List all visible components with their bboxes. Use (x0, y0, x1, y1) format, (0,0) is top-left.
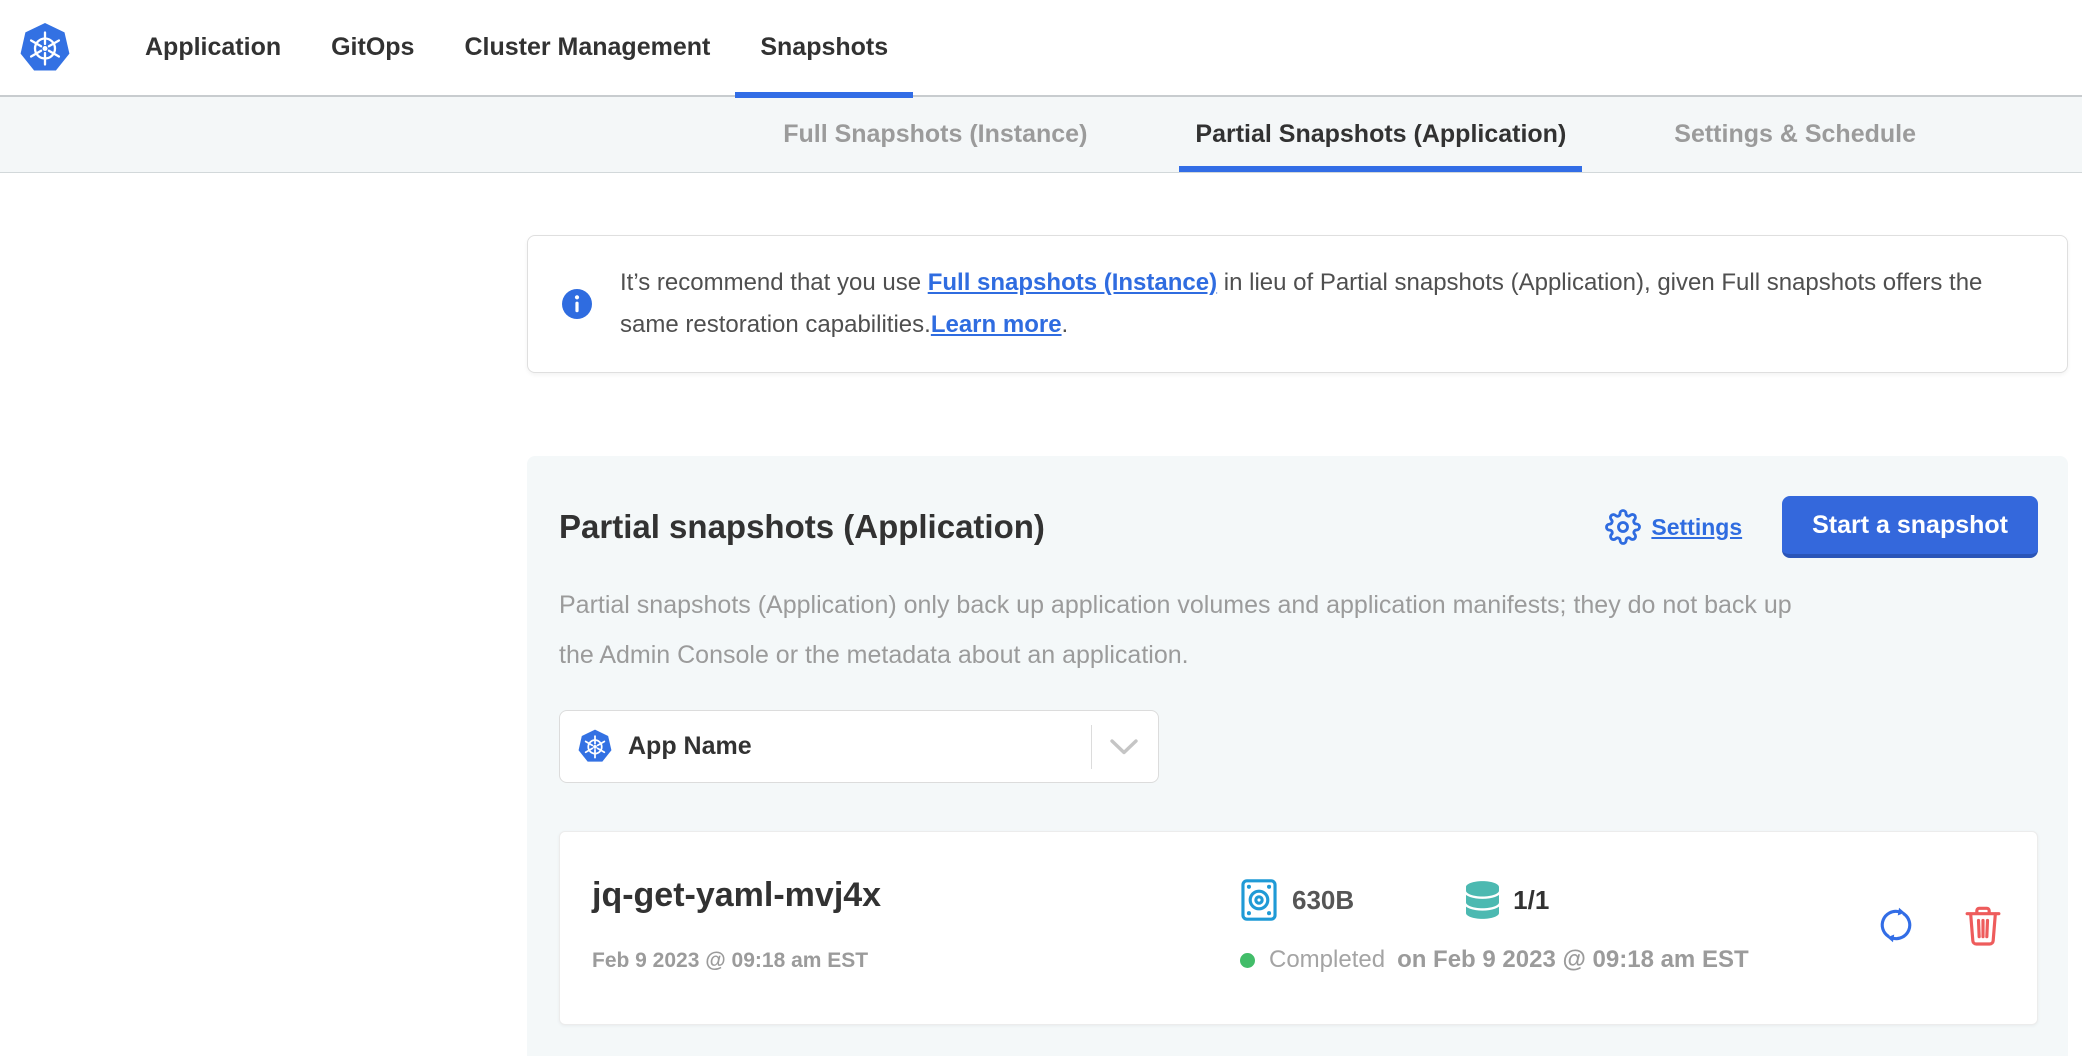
learn-more-link[interactable]: Learn more (931, 311, 1062, 338)
snapshot-row: jq-get-yaml-mvj4x Feb 9 2023 @ 09:18 am … (559, 831, 2038, 1025)
snapshot-size: 630B (1292, 885, 1354, 916)
panel-header: Partial snapshots (Application) Settings… (559, 496, 2038, 558)
snapshot-details: 630B 1/1 Completed on Feb 9 2023 @ 09:18… (1240, 876, 1749, 974)
snapshot-identity: jq-get-yaml-mvj4x Feb 9 2023 @ 09:18 am … (592, 876, 1240, 974)
snapshot-status-line: Completed on Feb 9 2023 @ 09:18 am EST (1240, 946, 1749, 974)
start-snapshot-button[interactable]: Start a snapshot (1782, 496, 2038, 558)
snapshots-page: Application GitOps Cluster Management Sn… (0, 0, 2082, 1056)
snapshot-actions (1873, 876, 2007, 974)
tab-full-snapshots[interactable]: Full Snapshots (Instance) (773, 97, 1097, 172)
snapshot-settings-link[interactable]: Settings (1605, 509, 1742, 545)
recommendation-banner: It’s recommend that you use Full snapsho… (527, 235, 2068, 373)
snapshot-size-metric: 630B (1240, 878, 1354, 922)
banner-text-segment: same restoration capabilities. (620, 311, 931, 338)
top-nav-items: Application GitOps Cluster Management Sn… (120, 0, 913, 96)
snapshot-metrics: 630B 1/1 (1240, 878, 1749, 922)
banner-text: It’s recommend that you use Full snapsho… (620, 262, 1982, 346)
panel-header-actions: Settings Start a snapshot (1605, 496, 2038, 558)
banner-line-2: same restoration capabilities.Learn more… (620, 304, 1982, 346)
snapshot-volumes-metric: 1/1 (1466, 881, 1549, 919)
info-icon (562, 289, 592, 319)
tab-settings-schedule[interactable]: Settings & Schedule (1664, 97, 1926, 172)
gear-icon (1605, 509, 1641, 545)
app-kubernetes-icon (578, 729, 612, 764)
full-snapshots-link[interactable]: Full snapshots (Instance) (928, 269, 1217, 296)
snapshot-volume-count: 1/1 (1513, 885, 1549, 916)
nav-item-snapshots[interactable]: Snapshots (735, 0, 913, 96)
nav-item-gitops[interactable]: GitOps (306, 0, 439, 96)
delete-snapshot-button[interactable] (1963, 903, 2003, 947)
nav-item-application[interactable]: Application (120, 0, 306, 96)
snapshot-name: jq-get-yaml-mvj4x (592, 876, 1240, 915)
nav-item-cluster-management[interactable]: Cluster Management (439, 0, 735, 96)
description-line: the Admin Console or the metadata about … (559, 630, 2038, 680)
chevron-down-icon (1110, 739, 1138, 755)
snapshot-started-timestamp: Feb 9 2023 @ 09:18 am EST (592, 949, 1240, 973)
selector-divider (1091, 725, 1092, 769)
banner-text-segment: It’s recommend that you use (620, 269, 928, 296)
trash-icon (1963, 903, 2003, 947)
restore-snapshot-button[interactable] (1873, 902, 1919, 948)
banner-text-segment: in lieu of Partial snapshots (Applicatio… (1217, 269, 1982, 296)
snapshot-finished-timestamp: on Feb 9 2023 @ 09:18 am EST (1397, 946, 1749, 974)
app-selector-value: App Name (628, 732, 752, 761)
banner-text-segment: . (1062, 311, 1069, 338)
status-dot-icon (1240, 953, 1255, 968)
restore-icon (1873, 902, 1919, 948)
panel-description: Partial snapshots (Application) only bac… (559, 580, 2038, 680)
partial-snapshots-panel: Partial snapshots (Application) Settings… (527, 456, 2068, 1056)
tab-partial-snapshots[interactable]: Partial Snapshots (Application) (1185, 97, 1576, 172)
app-name-selector[interactable]: App Name (559, 710, 1159, 783)
panel-title: Partial snapshots (Application) (559, 508, 1045, 546)
volume-disk-icon (1240, 878, 1278, 922)
description-line: Partial snapshots (Application) only bac… (559, 580, 2038, 630)
snapshots-sub-nav: Full Snapshots (Instance) Partial Snapsh… (0, 97, 2082, 173)
banner-line-1: It’s recommend that you use Full snapsho… (620, 262, 1982, 304)
snapshot-status: Completed (1269, 946, 1385, 974)
database-icon (1466, 881, 1499, 919)
top-nav: Application GitOps Cluster Management Sn… (0, 0, 2082, 97)
settings-link-label: Settings (1651, 514, 1742, 541)
kubernetes-logo-icon (20, 22, 70, 74)
